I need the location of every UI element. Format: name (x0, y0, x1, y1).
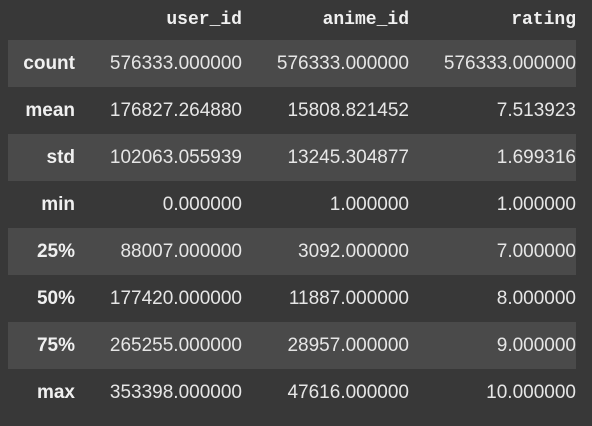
row-label-max: max (36, 381, 75, 403)
row-label-min: min (41, 193, 75, 215)
row-label-mean: mean (25, 99, 75, 121)
cell-25-user-id: 88007.000000 (120, 240, 242, 262)
cell-75-rating: 9.000000 (496, 334, 576, 356)
cell-min-rating: 1.000000 (496, 193, 576, 215)
cell-max-user-id: 353398.000000 (109, 381, 242, 403)
cell-50-anime-id: 11887.000000 (288, 287, 409, 309)
table-row: 25% 88007.000000 3092.000000 7.000000 (8, 228, 576, 275)
cell-max-rating: 10.000000 (486, 381, 576, 403)
cell-50-rating: 8.000000 (496, 287, 576, 309)
dataframe-output: user_id anime_id rating count 576333.000… (0, 0, 592, 426)
table-row: 75% 265255.000000 28957.000000 9.000000 (8, 322, 576, 369)
cell-count-anime-id: 576333.000000 (276, 52, 409, 74)
row-label-25: 25% (36, 240, 75, 262)
column-header-rating: rating (511, 10, 576, 30)
cell-std-user-id: 102063.055939 (109, 146, 242, 168)
table-row: mean 176827.264880 15808.821452 7.513923 (8, 87, 576, 134)
describe-table: user_id anime_id rating count 576333.000… (8, 0, 576, 416)
index-header (8, 0, 82, 40)
table-row: 50% 177420.000000 11887.000000 8.000000 (8, 275, 576, 322)
table-row: std 102063.055939 13245.304877 1.699316 (8, 134, 576, 181)
cell-mean-anime-id: 15808.821452 (287, 99, 409, 121)
cell-mean-rating: 7.513923 (496, 99, 576, 121)
cell-count-rating: 576333.000000 (443, 52, 576, 74)
column-header-anime-id: anime_id (322, 10, 409, 30)
cell-std-anime-id: 13245.304877 (287, 146, 409, 168)
table-row: max 353398.000000 47616.000000 10.000000 (8, 369, 576, 416)
cell-count-user-id: 576333.000000 (109, 52, 242, 74)
row-label-75: 75% (36, 334, 75, 356)
row-label-50: 50% (36, 287, 75, 309)
cell-max-anime-id: 47616.000000 (287, 381, 409, 403)
cell-min-user-id: 0.000000 (162, 193, 242, 215)
cell-25-anime-id: 3092.000000 (298, 240, 409, 262)
column-header-user-id: user_id (166, 10, 242, 30)
cell-50-user-id: 177420.000000 (109, 287, 242, 309)
table-row: min 0.000000 1.000000 1.000000 (8, 181, 576, 228)
cell-75-user-id: 265255.000000 (109, 334, 242, 356)
cell-min-anime-id: 1.000000 (329, 193, 409, 215)
table-row: count 576333.000000 576333.000000 576333… (8, 40, 576, 87)
cell-25-rating: 7.000000 (496, 240, 576, 262)
row-label-count: count (23, 52, 75, 74)
cell-std-rating: 1.699316 (496, 146, 576, 168)
cell-75-anime-id: 28957.000000 (287, 334, 409, 356)
row-label-std: std (46, 146, 76, 168)
cell-mean-user-id: 176827.264880 (109, 99, 242, 121)
header-row: user_id anime_id rating (8, 0, 576, 40)
